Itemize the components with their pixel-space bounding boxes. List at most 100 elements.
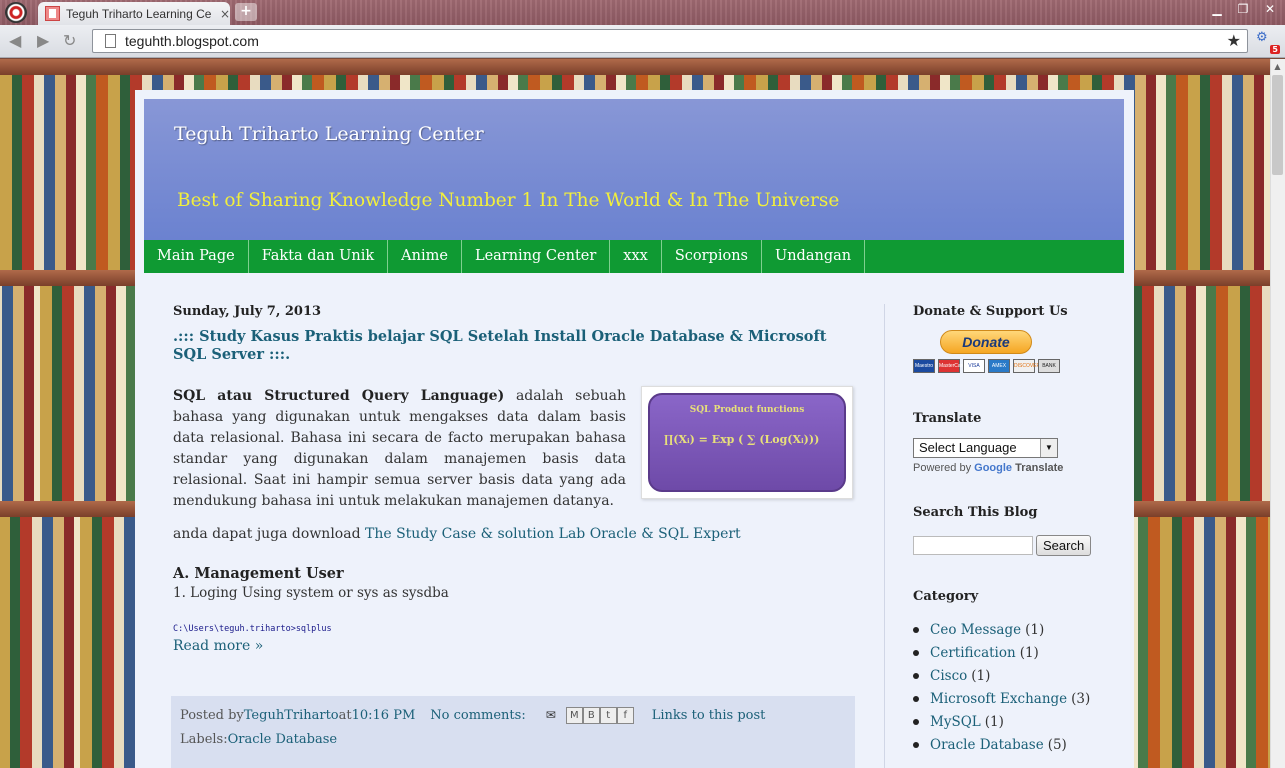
nav-scorpions[interactable]: Scorpions [662, 240, 762, 273]
scroll-up-icon[interactable]: ▲ [1270, 59, 1285, 74]
code-line: C:\Users\teguh.triharto>sqlplus [173, 624, 332, 634]
translate-link[interactable]: Translate [1015, 462, 1063, 474]
google-logo[interactable]: Google [974, 462, 1012, 474]
step-text: 1. Loging Using system or sys as sysdba [173, 585, 449, 601]
share-buttons: M B t f [565, 706, 634, 724]
list-item: Microsoft Exchange (3) [913, 687, 1113, 710]
tab-title: Teguh Triharto Learning Ce [66, 6, 212, 21]
back-icon[interactable]: ◀ [9, 31, 21, 50]
category-link[interactable]: MySQL [930, 714, 981, 730]
post-intro: SQL atau Structured Query Language) adal… [173, 386, 626, 512]
post-title[interactable]: .::: Study Kasus Praktis belajar SQL Set… [173, 328, 853, 364]
blog-title[interactable]: Teguh Triharto Learning Center [174, 123, 484, 145]
labels-prefix: Labels: [180, 731, 228, 747]
discover-icon: DISCOVER [1013, 359, 1040, 373]
extension-badge: 5 [1270, 45, 1280, 54]
search-row: Search [913, 535, 1113, 556]
page-icon [105, 34, 116, 48]
browser-tab[interactable]: Teguh Triharto Learning Ce × [38, 2, 230, 25]
minimize-icon[interactable]: ▁ [1205, 2, 1229, 16]
new-tab-button[interactable]: + [235, 3, 257, 21]
restore-icon[interactable]: ❐ [1231, 2, 1255, 16]
category-link[interactable]: Oracle Database [930, 737, 1044, 753]
payment-cards: Maestro MasterCard VISA AMEX DISCOVER BA… [913, 359, 1113, 373]
search-button[interactable]: Search [1036, 535, 1092, 556]
address-bar[interactable]: teguhth.blogspot.com ★ [92, 29, 1248, 53]
intro-bold: SQL atau Structured Query Language) [173, 388, 505, 404]
author-link[interactable]: TeguhTriharto [244, 708, 339, 723]
close-window-icon[interactable]: ✕ [1258, 2, 1282, 16]
list-item: Cisco (1) [913, 664, 1113, 687]
sql-function-image[interactable]: SQL Product functions ∏(Xᵢ) = Exp ( ∑ (L… [641, 386, 853, 499]
chevron-down-icon[interactable]: ▼ [1040, 439, 1057, 457]
forward-icon[interactable]: ▶ [37, 31, 49, 50]
post-main: Sunday, July 7, 2013 .::: Study Kasus Pr… [173, 304, 863, 654]
tab-strip: Teguh Triharto Learning Ce × + ▁ ❐ ✕ [0, 0, 1285, 25]
reload-icon[interactable]: ↻ [63, 31, 76, 50]
translate-title: Translate [913, 411, 982, 426]
language-select[interactable]: Select Language ▼ [913, 438, 1058, 458]
category-link[interactable]: Ceo Message [930, 622, 1021, 638]
mastercard-icon: MasterCard [938, 359, 965, 373]
column-divider [884, 304, 885, 768]
blog-page: Teguh Triharto Learning Center Best of S… [135, 90, 1134, 768]
nav-xxx[interactable]: xxx [610, 240, 662, 273]
read-more-link[interactable]: Read more » [173, 638, 863, 654]
post-footer: Posted by TeguhTriharto at 10:16 PM No c… [171, 696, 855, 768]
post-date: Sunday, July 7, 2013 [173, 304, 322, 319]
image-formula: ∏(Xᵢ) = Exp ( ∑ (Log(Xᵢ))) [664, 433, 820, 446]
list-item: Certification (1) [913, 641, 1113, 664]
bank-icon: BANK [1038, 359, 1060, 373]
donate-button[interactable]: Donate [940, 330, 1032, 354]
category-link[interactable]: Microsoft Exchange [930, 691, 1067, 707]
search-title: Search This Blog [913, 505, 1038, 520]
browser-logo-icon[interactable] [5, 2, 27, 23]
nav-main-page[interactable]: Main Page [144, 240, 249, 273]
search-input[interactable] [913, 536, 1033, 555]
bookmark-star-icon[interactable]: ★ [1227, 31, 1241, 50]
close-tab-icon[interactable]: × [220, 7, 230, 21]
select-value: Select Language [919, 440, 1017, 455]
list-item: Oracle Database (5) [913, 733, 1113, 756]
at-label: at [338, 707, 352, 723]
amex-icon: AMEX [988, 359, 1010, 373]
nav-learning-center[interactable]: Learning Center [462, 240, 611, 273]
download-line: anda dapat juga download The Study Case … [173, 526, 863, 542]
blog-header: Teguh Triharto Learning Center Best of S… [144, 99, 1124, 240]
category-link[interactable]: Cisco [930, 668, 967, 684]
download-link[interactable]: The Study Case & solution Lab Oracle & S… [365, 526, 741, 542]
blog-this-icon[interactable]: B [582, 706, 600, 724]
visa-icon: VISA [963, 359, 985, 373]
category-link[interactable]: Certification [930, 645, 1016, 661]
image-heading: SQL Product functions [689, 405, 805, 415]
url-text[interactable]: teguhth.blogspot.com [125, 33, 259, 49]
category-title: Category [913, 589, 979, 604]
twitter-share-icon[interactable]: t [599, 706, 617, 724]
category-list: Ceo Message (1) Certification (1) Cisco (1)… [913, 618, 1113, 756]
label-link[interactable]: Oracle Database [228, 732, 337, 747]
section-heading: A. Management User [173, 565, 344, 582]
comments-link[interactable]: No comments: [430, 708, 525, 723]
scrollbar-thumb[interactable] [1272, 75, 1283, 175]
blog-nav: Main Page Fakta dan Unik Anime Learning … [144, 240, 1124, 273]
facebook-share-icon[interactable]: f [616, 706, 634, 724]
powered-by: Powered by Google Translate [913, 462, 1064, 474]
list-item: MySQL (1) [913, 710, 1113, 733]
extension-icon[interactable]: ⚙ 5 [1256, 30, 1280, 54]
post-body: SQL atau Structured Query Language) adal… [173, 386, 863, 516]
favicon-icon [45, 6, 60, 21]
donate-title: Donate & Support Us [913, 304, 1068, 319]
intro-text: adalah sebuah bahasa yang digunakan untu… [173, 388, 626, 509]
posted-by-label: Posted by [180, 707, 244, 723]
nav-fakta-dan-unik[interactable]: Fakta dan Unik [249, 240, 389, 273]
download-prefix: anda dapat juga download [173, 526, 365, 542]
maestro-icon: Maestro [913, 359, 935, 373]
blog-description: Best of Sharing Knowledge Number 1 In Th… [177, 190, 840, 211]
nav-undangan[interactable]: Undangan [762, 240, 866, 273]
email-post-icon[interactable]: ✉ [546, 708, 556, 722]
email-share-icon[interactable]: M [565, 706, 583, 724]
time-link[interactable]: 10:16 PM [352, 708, 416, 723]
links-to-post[interactable]: Links to this post [652, 708, 766, 723]
nav-anime[interactable]: Anime [388, 240, 462, 273]
browser-toolbar: ◀ ▶ ↻ teguhth.blogspot.com ★ ⚙ 5 [0, 25, 1285, 58]
